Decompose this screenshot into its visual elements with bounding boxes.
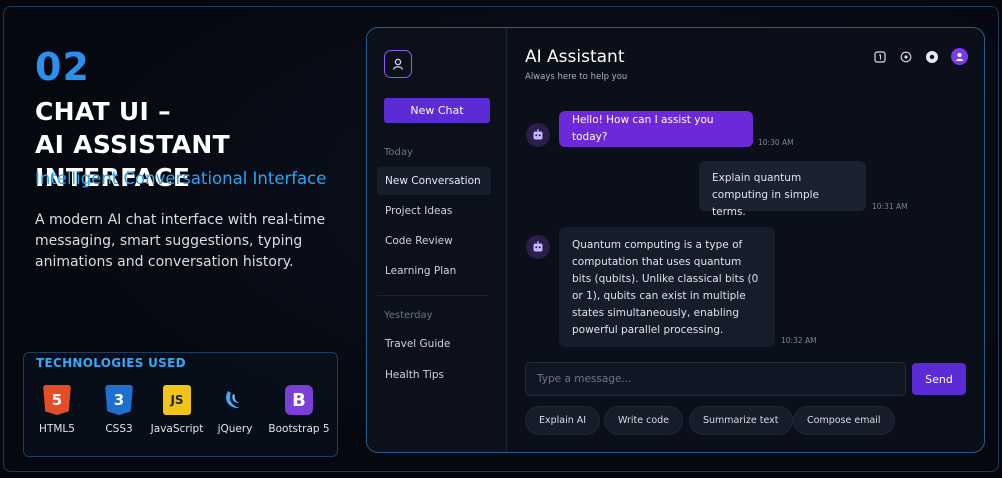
- suggestion-chip-compose-email[interactable]: Compose email: [793, 406, 895, 435]
- user-avatar-icon[interactable]: [951, 48, 968, 65]
- showcase-description: A modern AI chat interface with real-tim…: [35, 212, 326, 270]
- sidebar-item-health-tips[interactable]: Health Tips: [377, 361, 491, 389]
- bot-avatar-icon: [526, 123, 550, 147]
- chat-subtitle: Always here to help you: [525, 72, 628, 82]
- suggestion-chip-summarize-text[interactable]: Summarize text: [689, 406, 793, 435]
- sidebar-item-project-ideas[interactable]: Project Ideas: [377, 197, 491, 225]
- header-actions: [873, 48, 968, 65]
- chat-main: AI Assistant Always here to help you Hel…: [508, 28, 984, 452]
- notes-icon[interactable]: [873, 50, 887, 64]
- sidebar-item-new-conversation[interactable]: New Conversation: [377, 167, 491, 195]
- javascript-icon: JS: [163, 385, 191, 415]
- sidebar-item-travel-guide[interactable]: Travel Guide: [377, 330, 491, 358]
- suggestion-chip-write-code[interactable]: Write code: [604, 406, 684, 435]
- message-time: 10:31 AM: [872, 202, 908, 211]
- tech-css3: 3 CSS3: [90, 385, 148, 435]
- message-bubble-user: Explain quantum computing in simple term…: [699, 161, 866, 218]
- css3-icon: 3: [105, 385, 133, 415]
- tech-label: CSS3: [105, 423, 133, 435]
- message-input[interactable]: [525, 362, 906, 396]
- sidebar-item-learning-plan[interactable]: Learning Plan: [377, 257, 491, 285]
- tech-javascript: JS JavaScript: [148, 385, 206, 435]
- bootstrap-icon: B: [285, 385, 313, 415]
- tech-bootstrap: B Bootstrap 5: [264, 385, 334, 435]
- message-bubble-bot: Hello! How can I assist you today?: [559, 111, 753, 147]
- tech-label: JavaScript: [150, 423, 204, 435]
- tech-label: Bootstrap 5: [268, 423, 330, 435]
- message-bubble-bot: Quantum computing is a type of computati…: [559, 227, 775, 347]
- tech-html5: 5 HTML5: [24, 385, 90, 435]
- bot-avatar-icon: [526, 235, 550, 259]
- section-yesterday: Yesterday: [384, 310, 433, 321]
- send-button[interactable]: Send: [912, 363, 966, 395]
- section-today: Today: [384, 147, 413, 158]
- section-number: 02: [35, 45, 90, 89]
- technologies-panel: TECHNOLOGIES USED 5 HTML5 3 CSS3 JS Java…: [23, 352, 338, 457]
- jquery-icon: [221, 385, 249, 415]
- title-line-1: CHAT UI –: [35, 97, 171, 126]
- settings-icon[interactable]: [925, 50, 939, 64]
- new-chat-button[interactable]: New Chat: [384, 98, 490, 123]
- sidebar-item-code-review[interactable]: Code Review: [377, 227, 491, 255]
- html5-icon: 5: [43, 385, 71, 415]
- tech-jquery: jQuery: [206, 385, 264, 435]
- suggestion-chip-explain-ai[interactable]: Explain AI: [525, 406, 601, 435]
- message-time: 10:32 AM: [781, 336, 817, 345]
- technologies-title: TECHNOLOGIES USED: [36, 356, 186, 370]
- technologies-list: 5 HTML5 3 CSS3 JS JavaScript jQuery B Bo…: [24, 385, 337, 435]
- theme-icon[interactable]: [899, 50, 913, 64]
- message-time: 10:30 AM: [758, 138, 794, 147]
- chat-title: AI Assistant: [525, 47, 625, 67]
- chat-app-window: New Chat Today New Conversation Project …: [366, 27, 985, 453]
- showcase-subtitle: Intelligent Conversational Interface: [35, 169, 327, 188]
- sidebar: New Chat Today New Conversation Project …: [367, 28, 507, 452]
- sidebar-divider: [377, 295, 489, 296]
- tech-label: HTML5: [39, 423, 75, 435]
- app-logo-icon: [384, 50, 412, 78]
- tech-label: jQuery: [217, 423, 253, 435]
